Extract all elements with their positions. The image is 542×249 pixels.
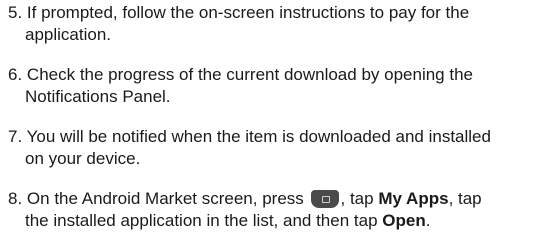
step-6: 6. Check the progress of the current dow… bbox=[8, 64, 538, 108]
step-text-line2-end: . bbox=[425, 211, 431, 230]
step-text-line2: Notifications Panel. bbox=[25, 87, 171, 106]
step-text-line2: application. bbox=[25, 25, 112, 44]
step-5: 5. If prompted, follow the on-screen ins… bbox=[8, 2, 538, 46]
my-apps-label: My Apps bbox=[378, 189, 449, 208]
step-text-line1-part1: On the Android Market screen, press bbox=[26, 189, 304, 208]
step-text-line1: If prompted, follow the on-screen instru… bbox=[26, 3, 470, 22]
step-text-line1-part3: , tap bbox=[448, 189, 482, 208]
instruction-page: 5. If prompted, follow the on-screen ins… bbox=[0, 0, 542, 249]
step-8: 8. On the Android Market screen, press ,… bbox=[8, 188, 538, 232]
step-text-line2-part1: the installed application in the list, a… bbox=[25, 211, 378, 230]
step-number: 5. bbox=[8, 3, 23, 22]
open-label: Open bbox=[382, 211, 426, 230]
step-number: 6. bbox=[8, 65, 23, 84]
step-text-line1-part2: , tap bbox=[340, 189, 374, 208]
step-number: 7. bbox=[8, 127, 23, 146]
step-number: 8. bbox=[8, 189, 23, 208]
step-text-line2: the installed application in the list, a… bbox=[8, 210, 538, 232]
step-text-line2: on your device. bbox=[25, 149, 141, 168]
step-text-line1: You will be notified when the item is do… bbox=[26, 127, 491, 146]
menu-key-icon bbox=[310, 190, 339, 208]
step-7: 7. You will be notified when the item is… bbox=[8, 126, 538, 170]
step-text-line1: Check the progress of the current downlo… bbox=[26, 65, 473, 84]
